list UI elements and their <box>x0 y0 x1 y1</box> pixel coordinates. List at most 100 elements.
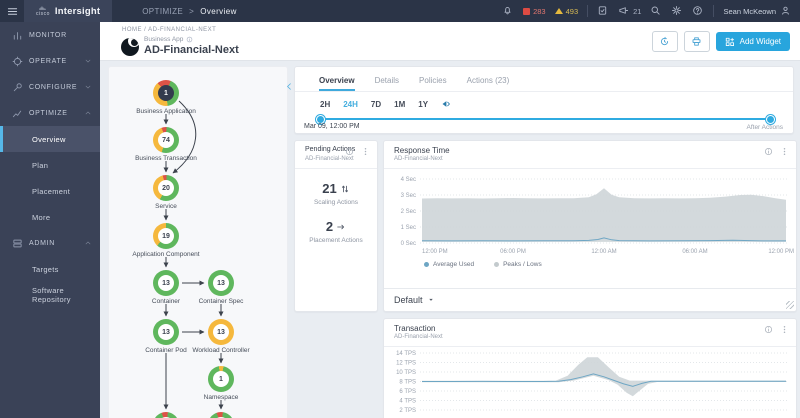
legend-dot <box>494 262 499 267</box>
search-icon[interactable] <box>650 5 662 17</box>
notifications-bell-icon[interactable] <box>502 5 514 17</box>
chain-node-business-transaction[interactable]: 74 <box>153 127 179 153</box>
legend-dot <box>424 262 429 267</box>
svg-text:4 TPS: 4 TPS <box>399 399 416 405</box>
resize-handle[interactable] <box>786 301 794 309</box>
configure-icon <box>12 82 23 93</box>
view-selector-dropdown[interactable]: Default <box>394 295 435 305</box>
chain-node-label: Workload Controller <box>192 347 249 354</box>
chain-node-label: Application Component <box>132 251 199 258</box>
sidebar-item-monitor[interactable]: MONITOR <box>0 22 100 48</box>
chain-node-container-spec[interactable]: 13 <box>208 270 234 296</box>
chain-node-workload-controller[interactable]: 13 <box>208 319 234 345</box>
playback-icon[interactable] <box>441 99 451 109</box>
svg-text:14 TPS: 14 TPS <box>396 351 416 357</box>
widget-menu-kebab-icon[interactable] <box>361 147 370 156</box>
legend-item-average-used[interactable]: Average Used <box>424 261 474 268</box>
print-button[interactable] <box>684 31 710 52</box>
add-widget-button[interactable]: Add Widget <box>716 32 790 51</box>
critical-icon <box>523 8 530 15</box>
warning-alerts-badge[interactable]: 493 <box>555 7 579 16</box>
page-header: HOME / AD-FINANCIAL-NEXT Business App AD… <box>100 22 800 61</box>
range-2h[interactable]: 2H <box>320 100 330 109</box>
chain-node-business-application[interactable]: 1 <box>153 80 179 106</box>
announcements-badge[interactable]: 21 <box>618 5 641 17</box>
breadcrumb-section[interactable]: OPTIMIZE <box>142 7 183 16</box>
help-icon[interactable] <box>692 5 704 17</box>
time-ranges: 2H 24H 7D 1M 1Y <box>320 100 428 109</box>
sidebar-item-placement[interactable]: Placement <box>0 178 100 204</box>
menu-icon[interactable] <box>0 0 24 22</box>
chain-node-hidden[interactable] <box>153 412 179 418</box>
sidebar-item-operate[interactable]: OPERATE <box>0 48 100 74</box>
widget-subtitle: AD-Financial-Next <box>394 156 443 162</box>
supply-chain-panel: 1Business Application74Business Transact… <box>108 66 288 418</box>
pending-actions-widget: Pending Actions AD-Financial-Next 21Scal… <box>294 140 378 312</box>
info-icon[interactable] <box>186 36 193 43</box>
sidebar-item-more[interactable]: More <box>0 204 100 230</box>
widget-menu-kebab-icon[interactable] <box>780 147 789 156</box>
chevron-up-icon <box>84 109 92 117</box>
arrow-right-icon <box>336 222 346 232</box>
user-name: Sean McKeown <box>723 7 776 16</box>
range-1m[interactable]: 1M <box>394 100 405 109</box>
chain-node-label: Container Pod <box>145 347 187 354</box>
history-refresh-button[interactable] <box>652 31 678 52</box>
range-1y[interactable]: 1Y <box>418 100 428 109</box>
sidebar-item-admin[interactable]: ADMIN <box>0 230 100 256</box>
tasks-icon[interactable] <box>597 5 609 17</box>
chain-node-label: Service <box>155 203 177 210</box>
brand-logo[interactable]: cisco Intersight <box>24 0 112 22</box>
tab-overview[interactable]: Overview <box>319 76 355 91</box>
widget-help-icon[interactable] <box>764 147 773 156</box>
chevron-up-icon <box>84 239 92 247</box>
breadcrumb-separator: > <box>189 7 194 16</box>
topbar: cisco Intersight OPTIMIZE > Overview 283… <box>0 0 800 22</box>
legend-item-peaks-lows[interactable]: Peaks / Lows <box>494 261 542 268</box>
collapse-panel-icon[interactable] <box>285 82 294 91</box>
svg-text:2 Sec: 2 Sec <box>401 209 416 215</box>
sidebar-item-optimize[interactable]: OPTIMIZE <box>0 100 100 126</box>
timeline-end-label: After Actions <box>747 124 784 131</box>
chevron-down-icon <box>84 83 92 91</box>
sidebar-item-targets[interactable]: Targets <box>0 256 100 282</box>
user-menu[interactable]: Sean McKeown <box>723 5 792 17</box>
chain-node-container[interactable]: 13 <box>153 270 179 296</box>
svg-text:06:00 AM: 06:00 AM <box>682 249 707 255</box>
slider-handle-end[interactable] <box>766 115 775 124</box>
page-breadcrumb[interactable]: HOME / AD-FINANCIAL-NEXT <box>122 27 216 33</box>
timeline-slider[interactable] <box>319 118 772 120</box>
transaction-chart: 14 TPS12 TPS10 TPS8 TPS6 TPS4 TPS2 TPS <box>384 347 796 418</box>
scaling-actions[interactable]: 21Scaling Actions <box>314 181 358 206</box>
intersight-app: cisco Intersight OPTIMIZE > Overview 283… <box>0 0 800 418</box>
widget-icon <box>725 37 735 47</box>
sidebar-item-plan[interactable]: Plan <box>0 152 100 178</box>
placement-actions[interactable]: 2Placement Actions <box>309 219 362 244</box>
header-actions: Add Widget <box>652 31 790 52</box>
operate-icon <box>12 56 23 67</box>
widget-help-icon[interactable] <box>764 325 773 334</box>
sidebar-item-overview[interactable]: Overview <box>0 126 100 152</box>
chain-node-hidden[interactable] <box>208 412 234 418</box>
megaphone-icon <box>618 5 630 17</box>
sidebar: MONITOROPERATECONFIGUREOPTIMIZEOverviewP… <box>0 22 100 418</box>
chain-node-service[interactable]: 20 <box>153 175 179 201</box>
sidebar-item-configure[interactable]: CONFIGURE <box>0 74 100 100</box>
sidebar-item-software-repository[interactable]: Software Repository <box>0 282 100 308</box>
range-24h[interactable]: 24H <box>343 100 358 109</box>
brand-name: Intersight <box>55 6 100 17</box>
topbar-breadcrumb: OPTIMIZE > Overview <box>142 7 237 16</box>
tab-actions-23-[interactable]: Actions (23) <box>467 76 510 91</box>
range-7d[interactable]: 7D <box>371 100 381 109</box>
page-title: AD-Financial-Next <box>144 44 239 56</box>
widget-menu-kebab-icon[interactable] <box>780 325 789 334</box>
tab-details[interactable]: Details <box>375 76 399 91</box>
chain-node-namespace[interactable]: 1 <box>208 366 234 392</box>
chain-node-application-component[interactable]: 19 <box>153 223 179 249</box>
chain-node-container-pod[interactable]: 13 <box>153 319 179 345</box>
tab-policies[interactable]: Policies <box>419 76 447 91</box>
widget-help-icon[interactable] <box>345 147 354 156</box>
divider <box>587 5 588 17</box>
settings-gear-icon[interactable] <box>671 5 683 17</box>
critical-alerts-badge[interactable]: 283 <box>523 7 546 16</box>
